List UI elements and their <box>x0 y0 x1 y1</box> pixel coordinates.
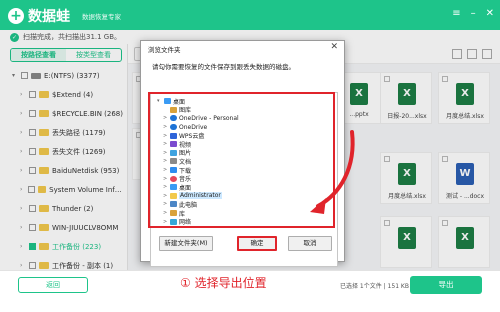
close-icon[interactable]: ✕ <box>330 42 338 52</box>
window-controls: ≡ – ✕ <box>452 8 494 19</box>
dialog-title: 浏览文件夹 <box>148 46 181 54</box>
close-icon[interactable]: ✕ <box>486 8 494 19</box>
new-folder-button[interactable]: 新建文件夹(M) <box>159 236 213 251</box>
selection-info: 已选择 1个文件 | 151 KB <box>340 283 409 290</box>
app-logo: + 数据蛙 <box>8 6 70 26</box>
cancel-button[interactable]: 取消 <box>288 236 332 251</box>
export-button[interactable]: 导出 <box>410 276 482 294</box>
app-subtitle: 数据恢复专家 <box>82 13 121 21</box>
step-hint: ① 选择导出位置 <box>180 276 267 290</box>
bottom-bar: 返回 ① 选择导出位置 已选择 1个文件 | 151 KB 导出 <box>0 270 500 312</box>
dialog-prompt: 请勾你需要恢复的文件保存到跟丢失数据的磁盘。 <box>152 63 295 71</box>
ok-button[interactable]: 确定 <box>237 236 277 251</box>
back-button[interactable]: 返回 <box>18 277 88 293</box>
annotation-arrow-icon <box>310 130 355 214</box>
app-name: 数据蛙 <box>28 9 70 25</box>
plus-icon: + <box>8 8 24 24</box>
menu-icon[interactable]: ≡ <box>452 8 460 19</box>
minimize-icon[interactable]: – <box>471 8 476 19</box>
title-bar: + 数据蛙 数据恢复专家 ≡ – ✕ <box>0 0 500 30</box>
